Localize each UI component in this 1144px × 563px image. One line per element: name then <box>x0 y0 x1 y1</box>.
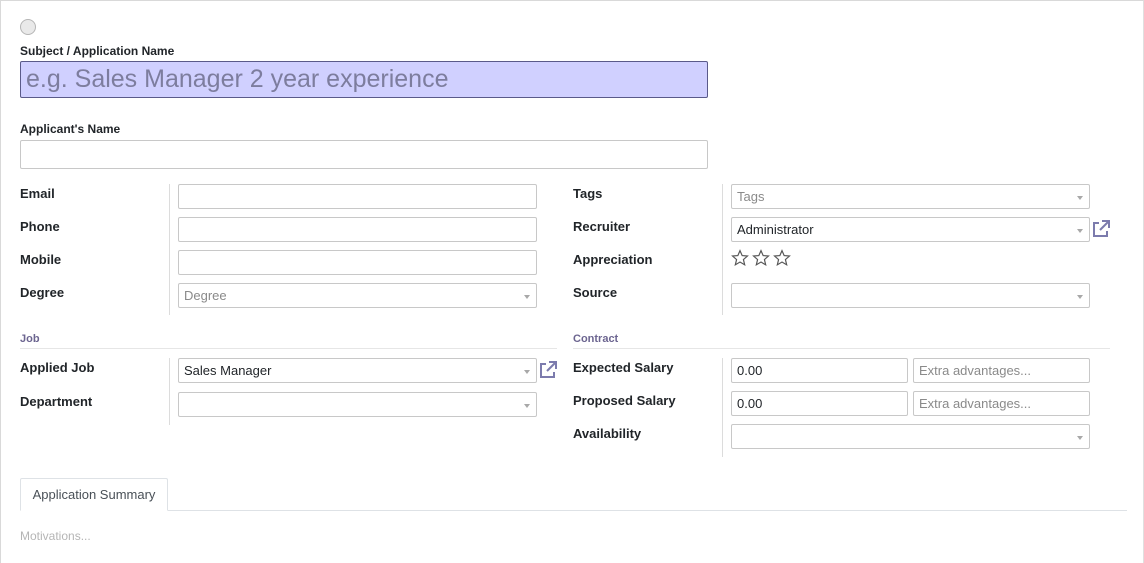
star-icon[interactable] <box>752 249 770 267</box>
chevron-down-icon <box>1077 229 1083 233</box>
department-label: Department <box>20 394 93 409</box>
tab-bar-line <box>20 510 1127 511</box>
form-sheet: Subject / Application Name e.g. Sales Ma… <box>0 0 1144 563</box>
degree-placeholder: Degree <box>184 288 227 303</box>
department-select[interactable] <box>178 392 537 417</box>
right-group-divider <box>722 184 723 315</box>
degree-label: Degree <box>20 285 65 300</box>
motivations-field[interactable]: Motivations... <box>20 529 91 543</box>
email-input[interactable] <box>178 184 537 209</box>
applicant-name-label: Applicant's Name <box>20 122 121 136</box>
tab-application-summary[interactable]: Application Summary <box>20 478 168 511</box>
expected-extra-advantages-input[interactable]: Extra advantages... <box>913 358 1090 383</box>
proposed-extra-advantages-input[interactable]: Extra advantages... <box>913 391 1090 416</box>
job-group-divider <box>169 358 170 425</box>
contract-group-title: Contract <box>573 333 619 345</box>
chevron-down-icon <box>1077 295 1083 299</box>
availability-select[interactable] <box>731 424 1090 449</box>
job-group-title: Job <box>20 333 40 345</box>
chevron-down-icon <box>524 370 530 374</box>
recruiter-label: Recruiter <box>573 219 631 234</box>
source-label: Source <box>573 285 618 300</box>
star-icon[interactable] <box>731 249 749 267</box>
degree-select[interactable]: Degree <box>178 283 537 308</box>
mobile-label: Mobile <box>20 252 62 267</box>
email-label: Email <box>20 186 55 201</box>
star-icon[interactable] <box>773 249 791 267</box>
applied-job-label: Applied Job <box>20 360 95 375</box>
priority-toggle[interactable] <box>20 19 36 35</box>
applied-job-value: Sales Manager <box>184 363 272 378</box>
chevron-down-icon <box>524 295 530 299</box>
expected-salary-input[interactable]: 0.00 <box>731 358 908 383</box>
application-name-placeholder: e.g. Sales Manager 2 year experience <box>26 65 449 93</box>
name-label: Subject / Application Name <box>20 44 175 58</box>
recruiter-value: Administrator <box>737 222 814 237</box>
availability-label: Availability <box>573 426 642 441</box>
job-group-separator <box>20 348 557 349</box>
appreciation-stars <box>731 249 791 267</box>
applied-job-select[interactable]: Sales Manager <box>178 358 537 383</box>
proposed-salary-input[interactable]: 0.00 <box>731 391 908 416</box>
appreciation-label: Appreciation <box>573 252 653 267</box>
applicant-name-input[interactable] <box>20 140 708 169</box>
contract-group-divider <box>722 358 723 457</box>
chevron-down-icon <box>1077 436 1083 440</box>
recruiter-external-link-icon[interactable] <box>1091 219 1111 239</box>
tags-label: Tags <box>573 186 603 201</box>
chevron-down-icon <box>1077 196 1083 200</box>
phone-input[interactable] <box>178 217 537 242</box>
phone-label: Phone <box>20 219 60 234</box>
source-select[interactable] <box>731 283 1090 308</box>
contract-group-separator <box>573 348 1110 349</box>
expected-salary-label: Expected Salary <box>573 360 674 375</box>
mobile-input[interactable] <box>178 250 537 275</box>
tags-placeholder: Tags <box>737 189 765 204</box>
recruiter-select[interactable]: Administrator <box>731 217 1090 242</box>
application-name-input[interactable]: e.g. Sales Manager 2 year experience <box>20 61 708 98</box>
left-group-divider <box>169 184 170 315</box>
chevron-down-icon <box>524 404 530 408</box>
applied-job-external-link-icon[interactable] <box>538 360 558 380</box>
tags-select[interactable]: Tags <box>731 184 1090 209</box>
proposed-salary-label: Proposed Salary <box>573 393 676 408</box>
